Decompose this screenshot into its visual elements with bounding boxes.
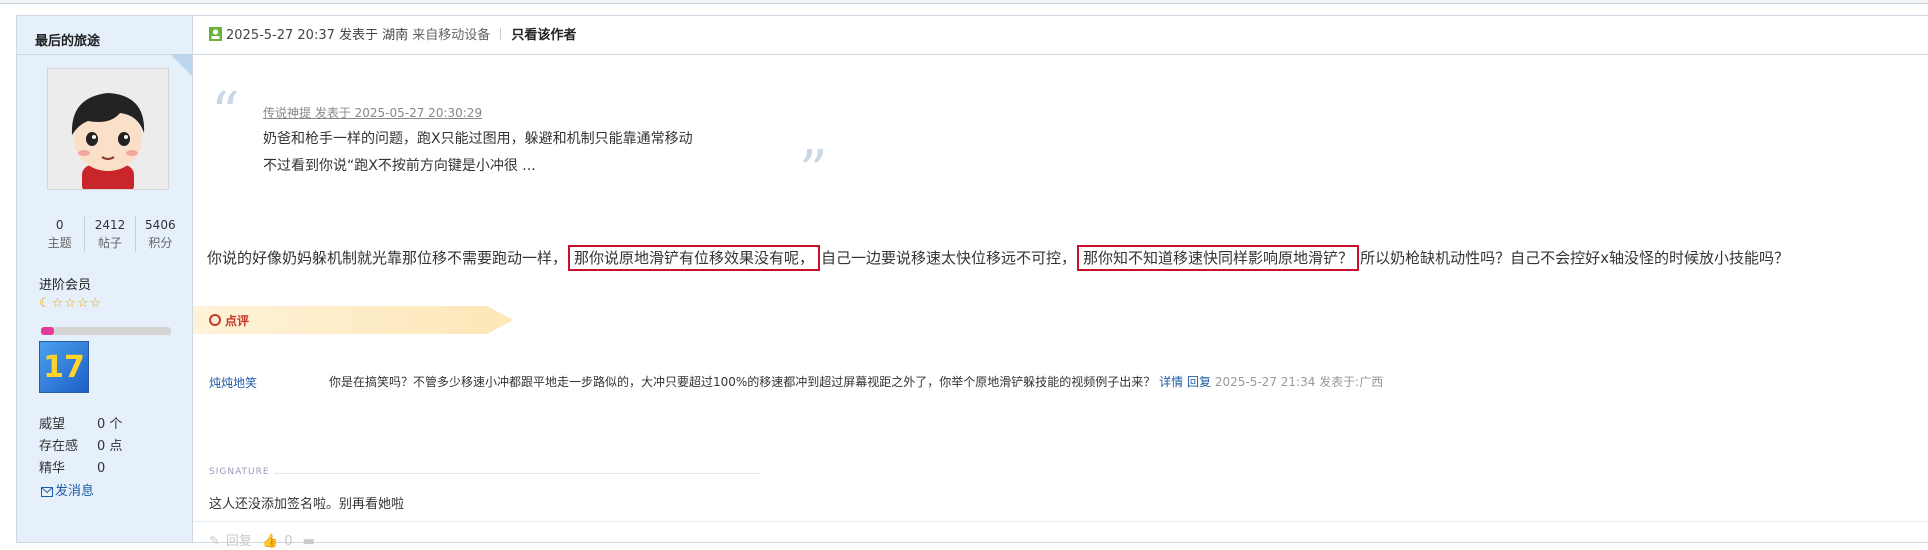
divider [193, 54, 1928, 55]
highlighted-text: 那你说原地滑铲有位移效果没有呢， [568, 245, 821, 271]
rank-stars-icon: ☾☆☆☆☆ [39, 296, 103, 311]
comment-user[interactable]: 炖炖地笑 [209, 374, 257, 391]
prop-key: 精华 [39, 461, 66, 476]
quote-line: 不过看到你说“跑X不按前方向键是小冲很 ... [263, 158, 536, 174]
top-divider [0, 0, 1928, 4]
prop-key: 威望 [39, 417, 66, 432]
author-sidebar: 最后的旅途 0 主题 2412 帖子 5406 积分 进阶会员 ☾☆☆☆☆ 17… [17, 16, 193, 542]
stat-value: 0 [55, 218, 64, 232]
prop-value: 0 点 [97, 439, 123, 454]
user-icon [209, 27, 222, 41]
comment-tab-text: 点评 [225, 314, 250, 328]
quote-block: “ 传说神提 发表于 2025-05-27 20:30:29 奶爸和枪手一样的问… [211, 81, 851, 200]
level-progress-bar [41, 327, 171, 335]
prop-row: 存在感 0 点 [39, 436, 122, 458]
post-actions: ✎ 回复 👍 0 ▬ [209, 530, 321, 549]
stat-value: 2412 [94, 218, 126, 232]
stat-label: 主题 [47, 236, 72, 250]
reply-icon: ✎ [209, 534, 220, 549]
author-stats: 0 主题 2412 帖子 5406 积分 [35, 216, 185, 252]
post-body: 你说的好像奶妈躲机制就光靠那位移不需要跑动一样， 那你说原地滑铲有位移效果没有呢，… [207, 242, 1789, 274]
separator [500, 28, 502, 40]
send-message-label: 发消息 [55, 484, 95, 499]
thumbs-down-icon[interactable]: ▬ [303, 534, 315, 549]
post-device: 来自移动设备 [412, 28, 491, 43]
comment-detail-link[interactable]: 详情 [1159, 375, 1183, 389]
stat-points[interactable]: 5406 积分 [134, 216, 185, 252]
thumbs-up-icon[interactable]: 👍 [262, 534, 278, 549]
avatar[interactable] [47, 68, 169, 190]
prop-value: 0 [97, 461, 106, 476]
comment-text: 你是在搞笑吗？不管多少移速小冲都跟平地走一步路似的，大冲只要超过100%的移速都… [329, 375, 1156, 389]
stat-posts[interactable]: 2412 帖子 [84, 216, 134, 252]
circle-icon [209, 314, 221, 326]
prop-key: 存在感 [39, 439, 79, 454]
stat-label: 帖子 [97, 236, 122, 250]
post-header: 2025-5-27 20:37 发表于 湖南 来自移动设备 只看该作者 [209, 26, 576, 46]
member-rank[interactable]: 进阶会员 [39, 274, 91, 293]
quote-author[interactable]: 传说神提 发表于 2025-05-27 20:30:29 [263, 104, 482, 121]
prop-row: 精华 0 [39, 458, 122, 480]
comment-section-tab: 点评 [193, 306, 513, 334]
reply-button[interactable]: 回复 [226, 534, 252, 549]
divider [17, 54, 193, 55]
like-count: 0 [284, 534, 293, 549]
signature-text: 这人还没添加签名啦。别再看她啦 [209, 497, 405, 512]
level-progress-fill [41, 327, 54, 335]
online-badge-icon [170, 54, 192, 76]
envelope-icon [41, 487, 53, 497]
prop-value: 0 个 [97, 417, 123, 432]
comment-content: 你是在搞笑吗？不管多少移速小冲都跟平地走一步路似的，大冲只要超过100%的移速都… [329, 373, 1383, 390]
stat-label: 积分 [148, 236, 173, 250]
post-datetime: 2025-5-27 20:37 [226, 28, 335, 43]
post-location: 发表于 湖南 [339, 28, 409, 43]
divider [193, 521, 1928, 522]
send-message-link[interactable]: 发消息 [41, 480, 94, 499]
body-text: 所以奶枪缺机动性吗？自己不会控好x轴没怪的时候放小技能吗？ [1360, 249, 1789, 267]
close-quote-icon: ” [799, 139, 828, 204]
open-quote-icon: “ [211, 81, 240, 146]
stat-topics[interactable]: 0 主题 [35, 216, 84, 252]
author-properties: 威望 0 个 存在感 0 点 精华 0 [39, 414, 122, 480]
only-author-link[interactable]: 只看该作者 [511, 28, 576, 43]
comment-reply-link[interactable]: 回复 [1187, 375, 1211, 389]
prop-row: 威望 0 个 [39, 414, 122, 436]
body-text: 自己一边要说移速太快位移远不可控， [821, 249, 1077, 267]
stat-value: 5406 [145, 218, 176, 232]
quote-line: 奶爸和枪手一样的问题，跑X只能过图用，躲避和机制只能靠通常移动 [263, 131, 693, 147]
highlighted-text: 那你知不知道移速快同样影响原地滑铲？ [1077, 245, 1360, 271]
forum-post: 最后的旅途 0 主题 2412 帖子 5406 积分 进阶会员 ☾☆☆☆☆ 17… [16, 15, 1928, 549]
comment-tab-label: 点评 [209, 312, 249, 329]
signature-divider [275, 473, 759, 474]
level-badge-icon: 17 [39, 341, 89, 393]
post-main: 2025-5-27 20:37 发表于 湖南 来自移动设备 只看该作者 “ 传说神… [193, 16, 1928, 549]
signature-label: SIGNATURE [209, 467, 270, 477]
body-text: 你说的好像奶妈躲机制就光靠那位移不需要跑动一样， [207, 249, 568, 267]
quote-text: 奶爸和枪手一样的问题，跑X只能过图用，躲避和机制只能靠通常移动 不过看到你说“跑… [263, 126, 693, 180]
comment-meta: 2025-5-27 21:34 发表于:广西 [1214, 375, 1384, 389]
author-name[interactable]: 最后的旅途 [35, 30, 100, 49]
